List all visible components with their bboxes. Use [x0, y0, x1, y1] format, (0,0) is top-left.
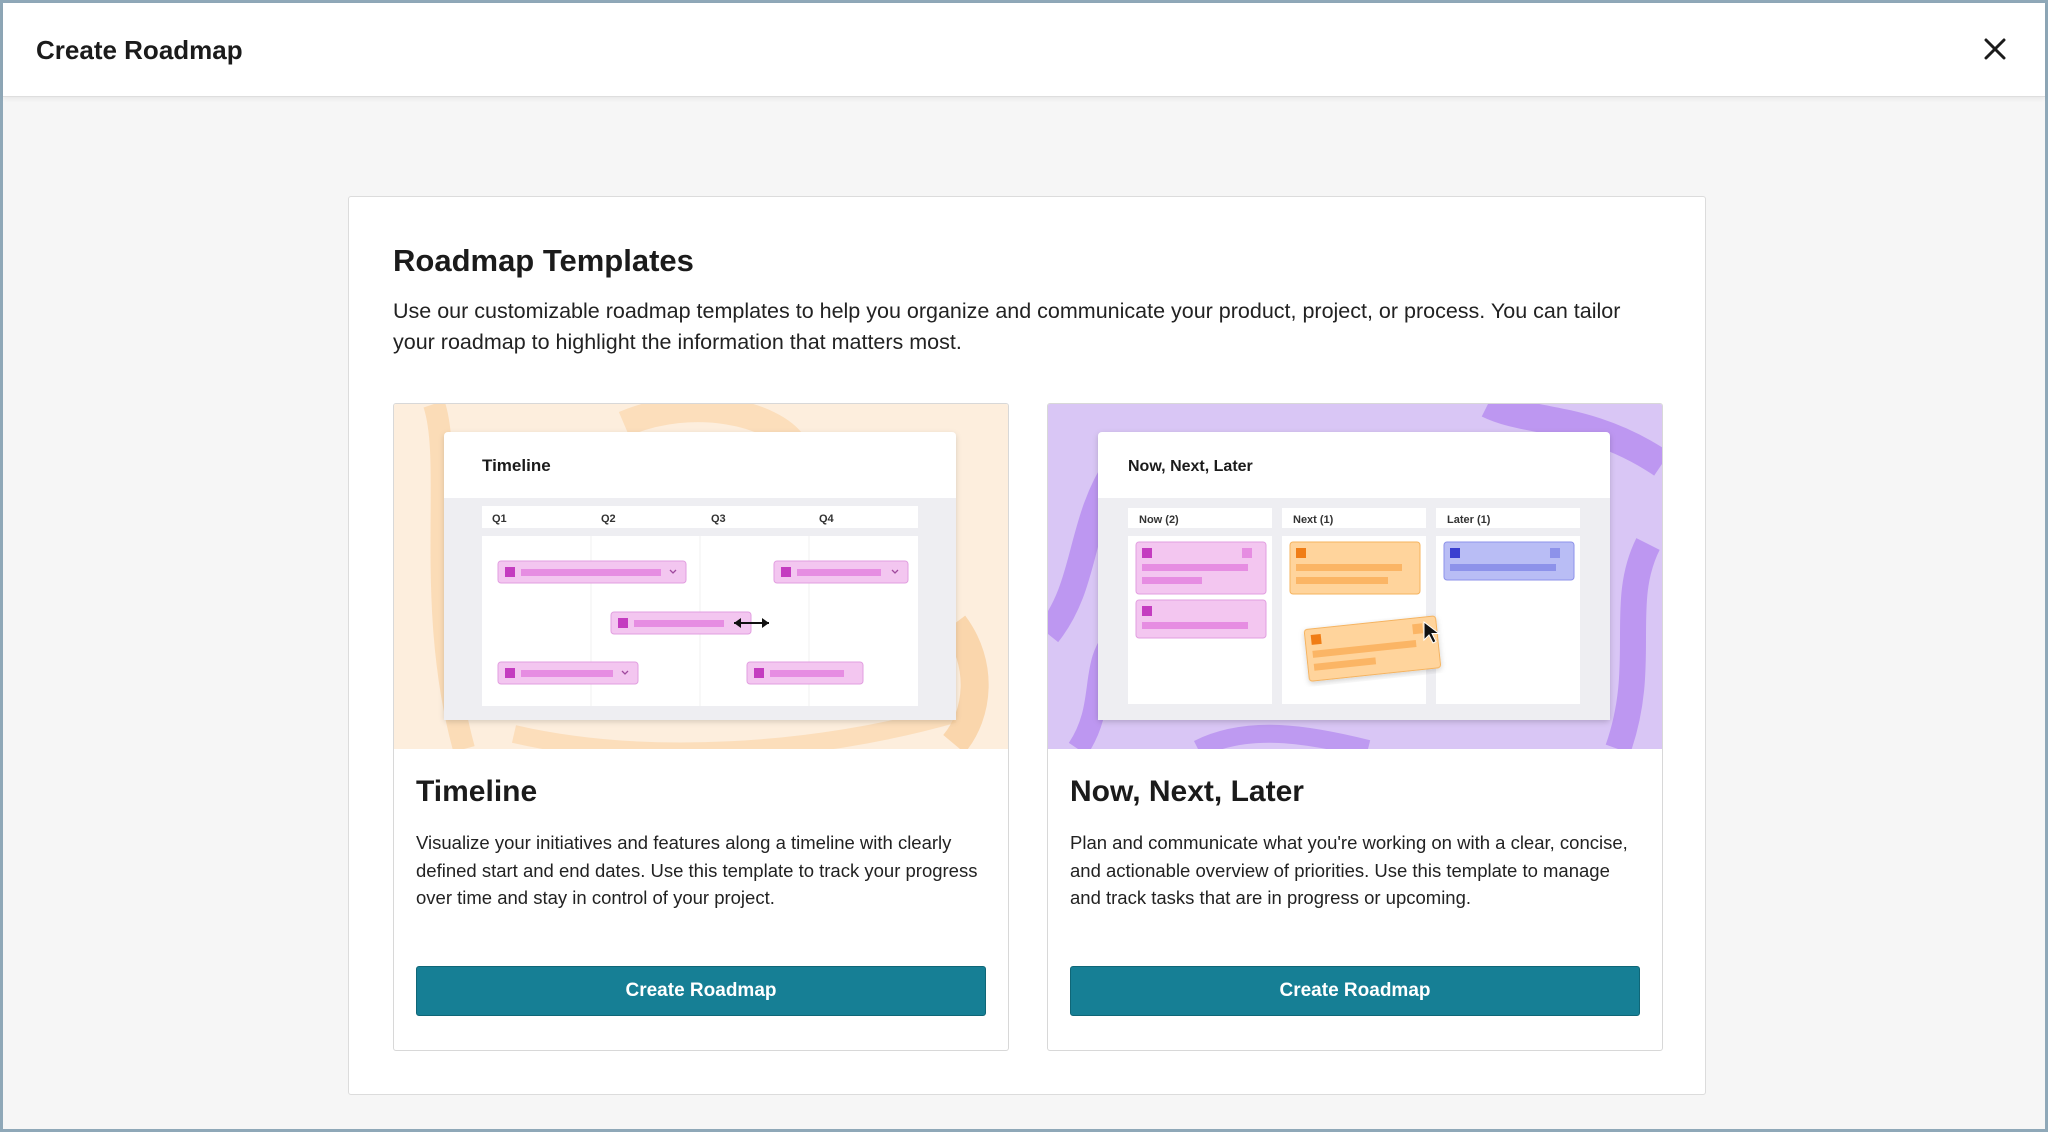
- nnl-card: [1135, 599, 1267, 639]
- panel-title: Roadmap Templates: [393, 243, 694, 278]
- timeline-bar: [610, 611, 752, 635]
- nnl-card: [1443, 541, 1575, 581]
- nnl-card: [1289, 541, 1421, 595]
- timeline-preview-title: Timeline: [482, 456, 551, 475]
- nnl-col-now: Now (2): [1139, 514, 1179, 526]
- timeline-bar: [497, 661, 639, 685]
- panel-description: Use our customizable roadmap templates t…: [393, 299, 1621, 354]
- timeline-bar: [497, 560, 687, 584]
- create-roadmap-button-now-next-later[interactable]: Create Roadmap: [1070, 966, 1640, 1016]
- timeline-col-q1: Q1: [492, 513, 507, 525]
- nnl-preview-title: Now, Next, Later: [1128, 458, 1253, 475]
- timeline-col-q4: Q4: [819, 513, 835, 525]
- modal-header: Create Roadmap: [3, 3, 2045, 97]
- now-next-later-preview-image: Now, Next, Later Now (2) Next (1) Later …: [1048, 404, 1662, 749]
- template-card-timeline: Timeline Q1 Q2 Q3 Q4 Timeline Visualize …: [393, 403, 1009, 1051]
- modal-window: Create Roadmap Roadmap Templates Use our…: [0, 0, 2048, 1132]
- card-description: Plan and communicate what you're working…: [1070, 832, 1628, 908]
- templates-panel: Roadmap Templates Use our customizable r…: [348, 196, 1706, 1095]
- timeline-bar: [746, 661, 864, 685]
- timeline-col-q3: Q3: [711, 513, 726, 525]
- create-roadmap-button-timeline[interactable]: Create Roadmap: [416, 966, 986, 1016]
- close-icon: [1984, 38, 2006, 60]
- nnl-col-later: Later (1): [1447, 514, 1491, 526]
- card-description: Visualize your initiatives and features …: [416, 832, 978, 908]
- nnl-card: [1135, 541, 1267, 595]
- card-title: Timeline: [416, 775, 538, 808]
- close-button[interactable]: [1979, 33, 2011, 65]
- timeline-bar: [773, 560, 909, 584]
- timeline-col-q2: Q2: [601, 513, 616, 525]
- nnl-col-next: Next (1): [1293, 514, 1334, 526]
- card-title: Now, Next, Later: [1070, 775, 1304, 808]
- template-card-now-next-later: Now, Next, Later Now (2) Next (1) Later …: [1047, 403, 1663, 1051]
- modal-title: Create Roadmap: [36, 35, 243, 65]
- timeline-preview-image: Timeline Q1 Q2 Q3 Q4: [394, 404, 1008, 749]
